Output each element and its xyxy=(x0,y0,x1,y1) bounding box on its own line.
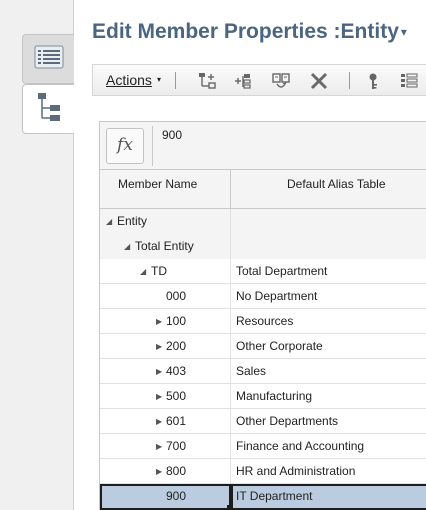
table-row[interactable]: ▶ 403 Sales xyxy=(100,359,426,384)
collapse-icon[interactable]: ◢ xyxy=(106,217,112,226)
fx-icon[interactable]: fx xyxy=(106,128,144,164)
member-name: 700 xyxy=(166,439,187,453)
delete-icon[interactable] xyxy=(309,71,329,91)
move-member-icon[interactable] xyxy=(271,71,291,91)
member-name-cell[interactable]: ▶ 200 xyxy=(100,334,231,359)
alias-cell[interactable]: Resources xyxy=(231,309,426,334)
alias-cell[interactable]: No Department xyxy=(231,284,426,309)
cell-selection-outline xyxy=(100,484,231,510)
hierarchy-tree-icon xyxy=(34,91,64,128)
toolbar-separator xyxy=(175,72,176,89)
expand-icon[interactable]: ▶ xyxy=(156,342,162,351)
table-row[interactable]: ◢ TD Total Department xyxy=(100,259,426,284)
page-title[interactable]: Edit Member Properties :Entity ▾ xyxy=(92,20,407,44)
title-dropdown-caret[interactable]: ▾ xyxy=(401,25,407,39)
key-icon[interactable] xyxy=(363,71,383,91)
toolbar: Actions ▾ xyxy=(92,64,426,96)
member-name: 403 xyxy=(166,364,187,378)
table-row[interactable]: ◢ Total Entity xyxy=(100,234,426,259)
member-name-cell[interactable]: ▶ 500 xyxy=(100,384,231,409)
column-header-member-name[interactable]: Member Name xyxy=(100,170,231,209)
table-row[interactable]: ▶ 700 Finance and Accounting xyxy=(100,434,426,459)
alias-cell[interactable]: Finance and Accounting xyxy=(231,434,426,459)
formula-input[interactable]: 900 xyxy=(162,128,182,142)
properties-grid-icon[interactable] xyxy=(399,71,419,91)
alias-cell[interactable]: Other Departments xyxy=(231,409,426,434)
collapse-icon[interactable]: ◢ xyxy=(124,242,130,251)
member-name-cell[interactable]: 000 xyxy=(100,284,231,309)
table-row[interactable]: ▶ 601 Other Departments xyxy=(100,409,426,434)
collapse-icon[interactable]: ◢ xyxy=(140,267,146,276)
expand-icon[interactable]: ▶ xyxy=(156,392,162,401)
expand-icon[interactable]: ▶ xyxy=(156,417,162,426)
grid-header: Member Name Default Alias Table xyxy=(100,170,426,209)
properties-tab[interactable] xyxy=(22,34,74,84)
alias-cell[interactable]: Manufacturing xyxy=(231,384,426,409)
member-name-cell[interactable]: ▶ 601 xyxy=(100,409,231,434)
formula-separator xyxy=(152,126,153,166)
member-grid-panel: fx 900 Member Name Default Alias Table ◢… xyxy=(99,121,426,510)
member-name-cell[interactable]: ▶ 800 xyxy=(100,459,231,484)
toolbar-separator xyxy=(349,72,350,89)
table-row[interactable]: ▶ 100 Resources xyxy=(100,309,426,334)
column-header-label: Member Name xyxy=(118,177,198,191)
table-row[interactable]: ▶ 500 Manufacturing xyxy=(100,384,426,409)
expand-icon[interactable]: ▶ xyxy=(156,467,162,476)
member-name: 200 xyxy=(166,339,187,353)
member-name-cell[interactable]: ◢ Total Entity xyxy=(100,234,231,259)
fill-handle[interactable] xyxy=(227,505,232,510)
column-header-label: Default Alias Table xyxy=(287,177,386,191)
expand-icon[interactable]: ▶ xyxy=(156,317,162,326)
fx-label: fx xyxy=(117,135,133,155)
member-name-cell[interactable]: ◢ Entity xyxy=(100,209,231,234)
member-name: 000 xyxy=(166,289,187,303)
add-child-icon[interactable] xyxy=(197,71,217,91)
member-name-cell[interactable]: ▶ 403 xyxy=(100,359,231,384)
list-icon xyxy=(34,45,64,74)
member-name: 800 xyxy=(166,464,187,478)
member-name: Total Entity xyxy=(135,239,194,253)
member-name-cell[interactable]: ◢ TD xyxy=(100,259,231,284)
add-sibling-icon[interactable] xyxy=(233,71,253,91)
member-name-cell[interactable]: ▶ 700 xyxy=(100,434,231,459)
hierarchy-tab[interactable] xyxy=(22,84,74,134)
alias-cell[interactable]: Other Corporate xyxy=(231,334,426,359)
actions-menu[interactable]: Actions xyxy=(106,72,152,88)
alias-cell[interactable]: Total Department xyxy=(231,259,426,284)
table-row[interactable]: ▶ 200 Other Corporate xyxy=(100,334,426,359)
table-row[interactable]: ◢ Entity xyxy=(100,209,426,234)
grid-body: ◢ Entity ◢ Total Entity ◢ TD Total Depar… xyxy=(100,209,426,510)
member-name: TD xyxy=(151,264,167,278)
expand-icon[interactable]: ▶ xyxy=(156,367,162,376)
page-title-text: Edit Member Properties :Entity xyxy=(92,20,399,43)
alias-cell[interactable]: Sales xyxy=(231,359,426,384)
expand-icon[interactable]: ▶ xyxy=(156,442,162,451)
table-row-selected[interactable]: 900 IT Department xyxy=(100,484,426,510)
table-row[interactable]: ▶ 800 HR and Administration xyxy=(100,459,426,484)
table-row[interactable]: 000 No Department xyxy=(100,284,426,309)
member-name-cell[interactable]: ▶ 100 xyxy=(100,309,231,334)
member-name: 100 xyxy=(166,314,187,328)
actions-caret-icon[interactable]: ▾ xyxy=(157,75,161,84)
alias-selection-outline xyxy=(231,484,426,510)
member-name: 500 xyxy=(166,389,187,403)
alias-cell[interactable]: HR and Administration xyxy=(231,459,426,484)
formula-bar: fx 900 xyxy=(100,122,426,170)
alias-cell[interactable] xyxy=(231,234,426,259)
alias-cell[interactable] xyxy=(231,209,426,234)
member-name: 601 xyxy=(166,414,187,428)
member-name: Entity xyxy=(117,214,148,228)
